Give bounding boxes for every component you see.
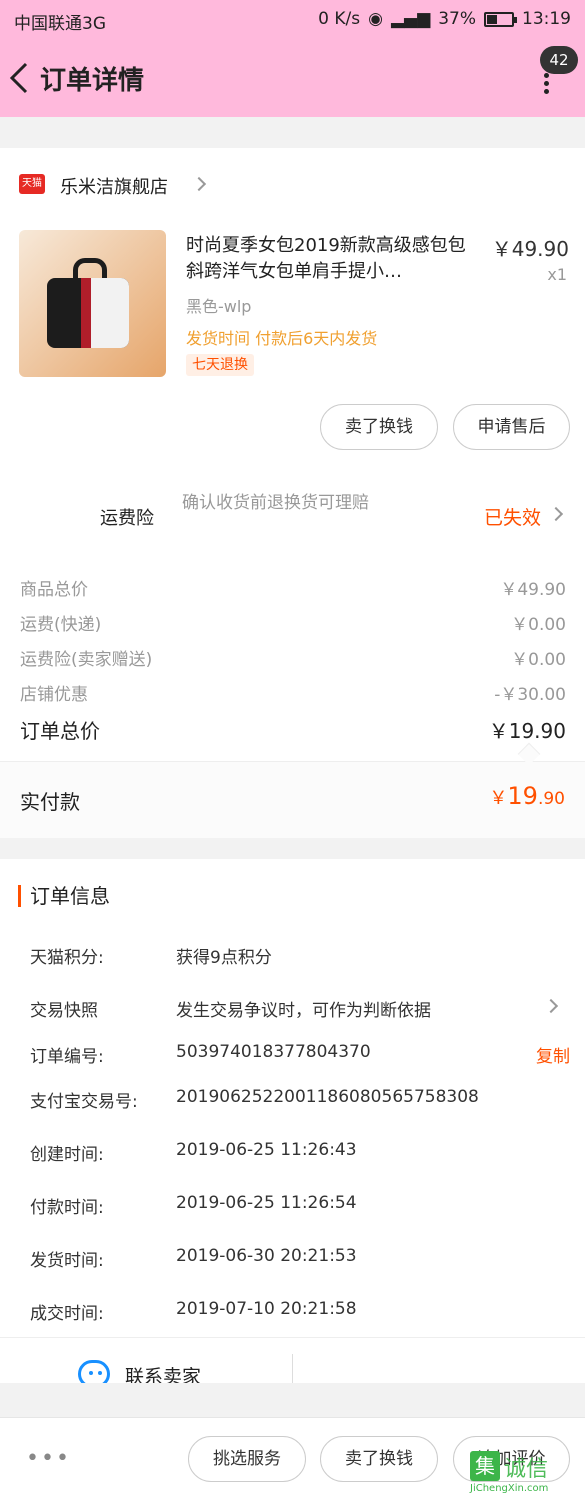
chevron-right-icon [543,998,559,1014]
order-total-value: ￥19.90 [488,719,566,743]
info-key: 发货时间: [30,1251,104,1271]
eye-icon: ◉ [368,9,383,29]
status-right: 0 K/s ◉ ▂▄▆ 37% 13:19 [318,9,571,29]
order-info-section: 订单信息 天猫积分: 获得9点积分 交易快照 发生交易争议时，可作为判断依据 订… [0,859,585,1337]
info-value: 2019-06-30 20:21:53 [176,1246,357,1266]
sell-for-cash-button[interactable]: 卖了换钱 [320,404,438,450]
fee-label: 店铺优惠 [20,685,88,705]
info-key: 支付宝交易号: [30,1092,138,1112]
watermark-text: 诚信 [504,1457,549,1482]
info-value: 2019-06-25 11:26:54 [176,1193,357,1213]
info-value: 2019-06-25 11:26:43 [176,1140,357,1160]
info-key: 成交时间: [30,1304,104,1324]
currency-symbol: ￥ [489,788,508,809]
sell-for-cash-button[interactable]: 卖了换钱 [320,1436,438,1482]
fee-row-insurance: 运费险(卖家赠送) ￥0.00 [20,645,566,670]
battery-percent: 37% [438,9,476,29]
amount-integer: 19 [507,782,538,810]
fee-value: ￥49.90 [500,580,566,600]
fee-label: 运费险(卖家赠送) [20,650,153,670]
product-image[interactable] [19,230,166,377]
more-menu-icon[interactable] [536,70,556,100]
copy-button[interactable]: 复制 [536,1042,570,1067]
page-header: 订单详情 42 [0,40,585,117]
site-watermark: 集 诚信 JiChengXin.com [470,1447,580,1497]
info-key: 付款时间: [30,1198,104,1218]
order-info-heading: 订单信息 [18,885,110,907]
fee-label: 商品总价 [20,580,88,600]
amount-decimal: .90 [537,789,565,809]
product-card[interactable]: 时尚夏季女包2019新款高级感包包斜跨洋气女包单肩手提小… ￥49.90 x1 … [0,223,585,473]
page-title: 订单详情 [40,66,145,96]
fee-label: 运费(快递) [20,615,102,635]
actual-payment-row: 实付款 ￥19.90 [0,761,585,838]
after-sale-button[interactable]: 申请售后 [453,404,570,450]
shipping-insurance-row[interactable]: 运费险 确认收货前退换货可理赔 已失效 [0,473,585,558]
chevron-right-icon [191,176,207,192]
fee-value: ￥0.00 [511,650,566,670]
signal-icon: ▂▄▆ [390,9,431,29]
info-value: 2019062522001186080565758308 [176,1087,479,1107]
product-title[interactable]: 时尚夏季女包2019新款高级感包包斜跨洋气女包单肩手提小… [186,233,476,285]
carrier-label: 中国联通3G [14,14,106,34]
divider [292,1354,293,1383]
product-quantity: x1 [547,265,567,284]
contact-seller-label[interactable]: 联系卖家 [125,1362,201,1383]
info-key: 创建时间: [30,1145,104,1165]
more-actions-icon[interactable]: ••• [26,1446,71,1471]
info-key: 交易快照 [30,1001,98,1021]
shop-name[interactable]: 乐米洁旗舰店 [60,173,168,199]
actual-payment-label: 实付款 [20,790,80,814]
shipping-time: 发货时间 付款后6天内发货 [186,329,378,348]
insurance-status: 已失效 [484,507,542,529]
info-value: 发生交易争议时，可作为判断依据 [176,1001,431,1021]
message-count-badge: 42 [540,46,578,74]
fee-row-goods: 商品总价 ￥49.90 [20,575,566,600]
clock: 13:19 [522,9,571,29]
watermark-url: JiChengXin.com [470,1483,549,1494]
chevron-right-icon [548,506,564,522]
status-bar: 中国联通3G 0 K/s ◉ ▂▄▆ 37% 13:19 [0,0,585,40]
fee-row-total: 订单总价 ￥19.90 [20,715,566,744]
chat-bubble-icon [78,1360,110,1383]
watermark-logo: 集 [470,1451,500,1481]
info-value: 获得9点积分 [176,948,272,968]
order-total-label: 订单总价 [20,719,100,743]
info-value: 2019-07-10 20:21:58 [176,1299,357,1319]
fee-row-shipping: 运费(快递) ￥0.00 [20,610,566,635]
fee-summary: 商品总价 ￥49.90 运费(快递) ￥0.00 运费险(卖家赠送) ￥0.00… [0,558,585,761]
actual-payment-value: ￥19.90 [489,782,565,810]
network-speed: 0 K/s [318,9,361,29]
top-bar: 中国联通3G 0 K/s ◉ ▂▄▆ 37% 13:19 订单详情 42 [0,0,585,117]
back-arrow-icon[interactable] [6,58,34,98]
info-value: 503974018377804370 [176,1042,371,1062]
product-spec: 黑色-wlp [186,297,252,316]
choose-service-button[interactable]: 挑选服务 [188,1436,306,1482]
bag-shape [47,278,129,348]
info-key: 订单编号: [30,1047,104,1067]
battery-icon [484,11,517,27]
shop-row[interactable]: 天猫 乐米洁旗舰店 [0,148,585,223]
return-policy-tag: 七天退换 [186,354,254,376]
insurance-label: 运费险 [100,508,154,529]
fee-row-discount: 店铺优惠 -￥30.00 [20,680,566,705]
fee-value: ￥0.00 [511,615,566,635]
contact-seller-row[interactable]: 联系卖家 [0,1337,585,1383]
fee-value: -￥30.00 [494,685,566,705]
product-price: ￥49.90 [491,237,569,261]
tmall-logo-icon: 天猫 [19,174,45,194]
insurance-description: 确认收货前退换货可理赔 [182,493,369,513]
info-key: 天猫积分: [30,948,104,968]
